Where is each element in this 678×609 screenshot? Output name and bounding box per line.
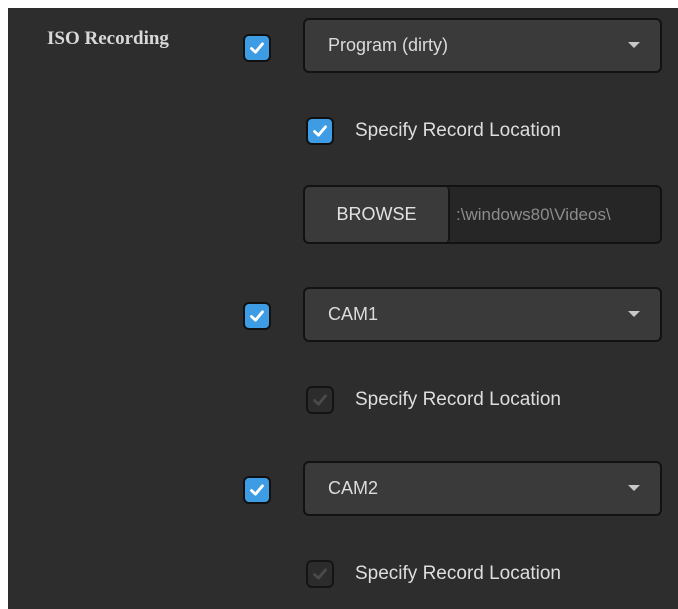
program-specify-location-checkbox[interactable] [306, 117, 334, 145]
iso-recording-label: ISO Recording [47, 28, 169, 49]
caret-down-icon [628, 311, 640, 317]
cam2-specify-location-checkbox[interactable] [306, 560, 334, 588]
cam2-source-dropdown[interactable]: CAM2 [303, 461, 662, 516]
cam1-specify-location-checkbox[interactable] [306, 386, 334, 414]
cam2-specify-location-label: Specify Record Location [355, 563, 561, 584]
checkmark-icon [313, 394, 327, 406]
checkmark-icon [313, 568, 327, 580]
checkmark-icon [250, 310, 264, 322]
cam1-source-value: CAM1 [328, 304, 379, 324]
cam1-source-dropdown[interactable]: CAM1 [303, 287, 662, 342]
caret-down-icon [628, 42, 640, 48]
browse-button[interactable]: BROWSE [305, 187, 450, 242]
cam2-enable-checkbox[interactable] [243, 476, 271, 504]
program-source-value: Program (dirty) [328, 35, 449, 55]
checkmark-icon [250, 484, 264, 496]
record-path-field[interactable]: :\windows80\Videos\ [456, 187, 660, 242]
program-source-dropdown[interactable]: Program (dirty) [303, 18, 662, 73]
cam1-specify-location-label: Specify Record Location [355, 389, 561, 410]
cam2-source-value: CAM2 [328, 478, 379, 498]
checkmark-icon [250, 42, 264, 54]
program-specify-location-label: Specify Record Location [355, 120, 561, 141]
cam1-enable-checkbox[interactable] [243, 302, 271, 330]
caret-down-icon [628, 485, 640, 491]
record-location-group: BROWSE :\windows80\Videos\ [303, 185, 662, 244]
iso-recording-checkbox[interactable] [243, 34, 271, 62]
checkmark-icon [313, 125, 327, 137]
